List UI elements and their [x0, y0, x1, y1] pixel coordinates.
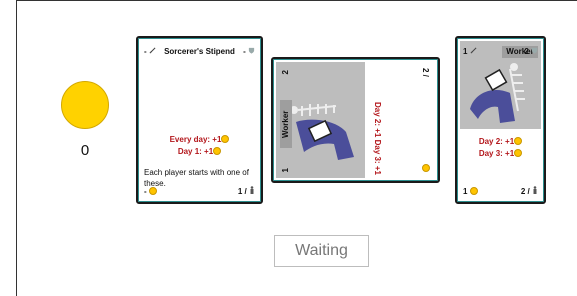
card-corner-top-right: 2 — [524, 47, 538, 56]
card-effects: Every day: +1 Day 1: +1 — [141, 133, 258, 157]
card-effects: Day 2: +1 Day 3: +1 — [460, 135, 541, 159]
card-corner-bottom-left: - — [144, 187, 157, 196]
effect-day-1: Day 1: +1 — [177, 147, 214, 156]
person-icon — [533, 186, 537, 194]
shield-icon — [248, 47, 255, 54]
card-corner-bottom-right: 2 / — [521, 186, 538, 196]
game-area: 0 - Sorcerer's Stipend - Every day: +1 D… — [16, 0, 577, 296]
effect-day-2: Day 2: +1 — [478, 137, 515, 146]
coin-icon — [213, 147, 222, 155]
coin-icon — [148, 187, 157, 195]
card-corner-top-right: 2 / — [421, 68, 430, 77]
card-corner-top-right: - — [243, 47, 255, 56]
shield-icon — [531, 47, 538, 54]
coin-icon — [469, 187, 478, 195]
card-title: Sorcerer's Stipend — [164, 47, 235, 56]
person-icon — [250, 186, 254, 194]
card-effects: Day 2: +1 Day 3: +1 — [372, 102, 382, 175]
card-art: 1 Worker 2 — [460, 41, 541, 129]
coin-icon — [61, 81, 109, 129]
card-art: Worker 2 1 — [276, 62, 365, 178]
sword-icon — [470, 47, 477, 54]
card-worker-rotated[interactable]: Worker 2 1 Day 2: +1 Day 3: +1 2 / — [271, 57, 440, 183]
card-corner-top-left: 2 — [281, 70, 290, 75]
waiting-status-button[interactable]: Waiting — [274, 235, 369, 267]
coin-icon — [221, 135, 230, 143]
effect-day-2: Day 2: +1 — [373, 102, 382, 138]
coin-icon — [514, 149, 523, 157]
coin-icon — [514, 137, 523, 145]
card-sorcerers-stipend[interactable]: - Sorcerer's Stipend - Every day: +1 Day… — [136, 36, 263, 204]
card-corner-top-left: 1 — [463, 47, 477, 56]
effect-day-3: Day 3: +1 — [478, 149, 515, 158]
effect-every-day: Every day: +1 — [169, 135, 222, 144]
card-corner-bottom-left: 1 — [281, 167, 290, 172]
coin-count: 0 — [80, 142, 90, 159]
card-corner-bottom-left: 1 — [463, 187, 478, 196]
card-worker[interactable]: 1 Worker 2 Day 2: +1 Day 3: +1 1 2 / — [455, 36, 546, 204]
card-title: Worker — [280, 100, 292, 148]
card-corner-bottom-right: 1 / — [238, 186, 255, 196]
coin-icon — [422, 164, 430, 172]
effect-day-3: Day 3: +1 — [373, 139, 382, 175]
